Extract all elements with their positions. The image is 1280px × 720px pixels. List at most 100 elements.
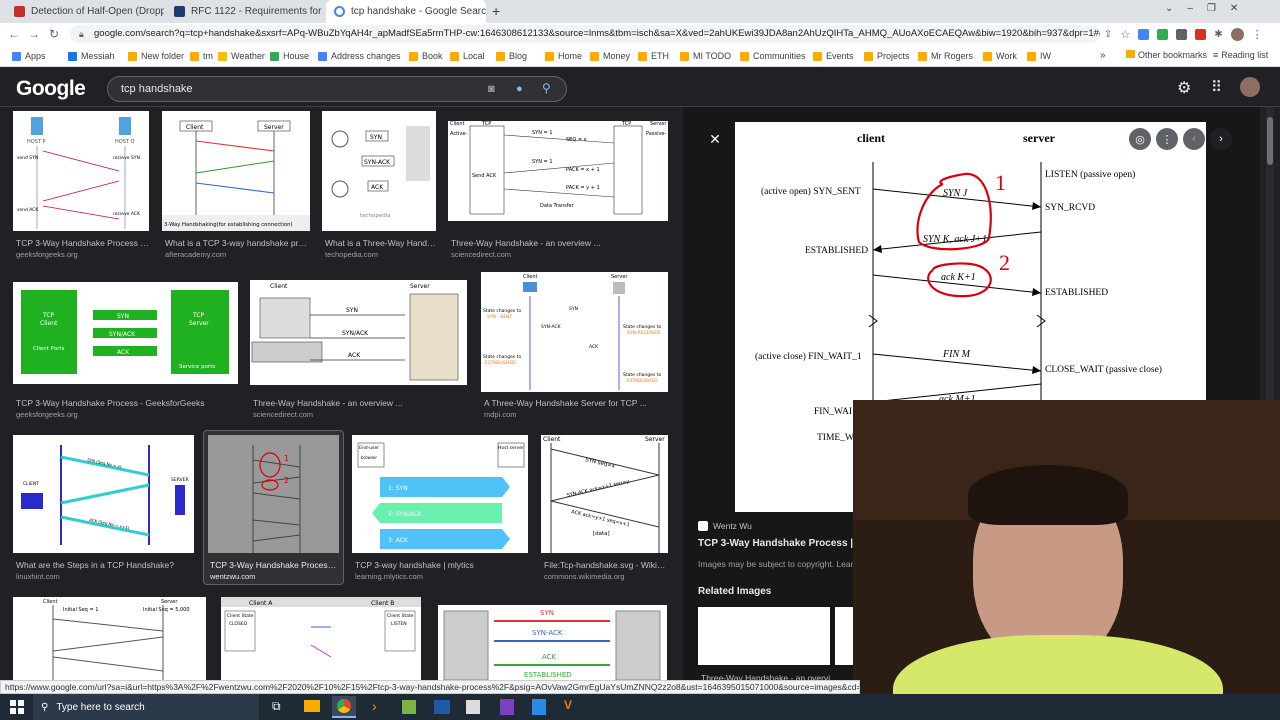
bookmarks-more[interactable]: » [1100, 50, 1106, 61]
star-icon[interactable]: ☆ [1120, 28, 1130, 41]
windows-start-icon[interactable] [10, 700, 24, 714]
close-window-icon[interactable]: ✕ [1230, 3, 1252, 14]
puzzle-icon[interactable]: ✱ [1214, 29, 1222, 40]
result-caption-5[interactable]: TCP 3-Way Handshake Process - GeeksforGe… [16, 398, 241, 408]
gfg1-left-7: send ACK [17, 207, 39, 213]
bookmark-mi-todo[interactable]: MI TODO [680, 45, 731, 67]
notepad-icon[interactable] [402, 700, 416, 714]
next-image-icon[interactable]: › [1210, 128, 1232, 150]
search-input[interactable]: tcp handshake ◙ ● ⚲ [107, 76, 567, 102]
result-thumb-9[interactable]: 1 2 [208, 435, 339, 553]
bookmark-home[interactable]: Home [545, 45, 582, 67]
bookmark-work[interactable]: Work [983, 45, 1017, 67]
camera-icon[interactable]: ◙ [488, 77, 495, 101]
result-caption-3[interactable]: What is a Three-Way Handsh... [325, 238, 437, 248]
terminal-icon[interactable] [466, 700, 480, 714]
extension-4-icon[interactable] [1195, 28, 1207, 40]
visual-studio-icon[interactable] [500, 699, 514, 715]
extension-1-icon[interactable] [1138, 28, 1150, 40]
result-thumb-7[interactable]: Client Server State changes to SYN - SEN… [481, 272, 668, 392]
address-bar[interactable]: 🔒︎ google.com/search?q=tcp+handshake&sxs… [70, 25, 1100, 43]
more-options-icon[interactable]: ⋮ [1156, 128, 1178, 150]
result-thumb-11[interactable]: Client Server SYN seq=x SYN-ACK ack=x+1 … [541, 435, 668, 553]
bookmark-book[interactable]: Book [409, 45, 443, 67]
bookmark-address-changes[interactable]: Address changes [318, 45, 401, 67]
result-thumb-10[interactable]: End-user browser Host server 1: SYN 2: S… [352, 435, 528, 553]
result-thumb-1[interactable]: HOST P HOST Q send SYN send ACK recieve … [13, 111, 149, 231]
chevron-down-icon[interactable]: ⌄ [1165, 3, 1187, 14]
bookmark-messiah[interactable]: Messiah [68, 45, 115, 67]
app-v-icon[interactable]: V [564, 698, 572, 712]
vw-left-4: TIME_W [817, 433, 854, 443]
preview-close-icon[interactable]: ✕ [703, 127, 727, 151]
tab-2[interactable]: RFC 1122 - Requirements for Inte × [166, 0, 324, 23]
google-logo[interactable]: Google [16, 77, 86, 101]
extension-3-icon[interactable] [1176, 28, 1188, 40]
profile-avatar[interactable] [1230, 27, 1244, 41]
prev-image-icon[interactable]: ‹ [1183, 128, 1205, 150]
lens-icon[interactable]: ◎ [1129, 128, 1151, 150]
tab-1[interactable]: Detection of Half-Open (Droppe × [6, 0, 164, 23]
restore-icon[interactable]: ❐ [1207, 3, 1230, 14]
bookmark-eth[interactable]: ETH [638, 45, 669, 67]
bookmark-events[interactable]: Events [813, 45, 854, 67]
result-caption-6[interactable]: Three-Way Handshake - an overview ... [253, 398, 468, 408]
bookmark-blog[interactable]: Blog [496, 45, 527, 67]
result-thumb-5[interactable]: TCP Client Client Ports TCP Server Servi… [13, 282, 238, 384]
bookmark-money[interactable]: Money [590, 45, 630, 67]
search-icon[interactable]: ⚲ [542, 76, 551, 100]
powershell-icon[interactable] [434, 700, 450, 714]
bookmark-local[interactable]: Local [450, 45, 485, 67]
tab-3[interactable]: tcp handshake - Google Search × [326, 0, 486, 23]
result-caption-7[interactable]: A Three-Way Handshake Server for TCP ... [484, 398, 669, 408]
vscode-icon[interactable] [532, 699, 546, 715]
taskbar-search[interactable]: ⚲ Type here to search [33, 694, 259, 720]
result-caption-11[interactable]: File:Tcp-handshake.svg - Wikim... [544, 560, 668, 570]
result-caption-10[interactable]: TCP 3-way handshake | mlytics [355, 560, 530, 570]
mic-icon[interactable]: ● [516, 77, 523, 101]
bookmark-projects[interactable]: Projects [864, 45, 910, 67]
file-explorer-icon[interactable] [304, 700, 320, 712]
back-icon[interactable]: ← [4, 27, 24, 41]
bookmark-tm[interactable]: tm [190, 45, 213, 67]
result-caption-9[interactable]: TCP 3-Way Handshake Process | ... [210, 560, 338, 570]
other-bookmarks[interactable]: Other bookmarks [1126, 50, 1207, 60]
preview-title[interactable]: TCP 3-Way Handshake Process | We [698, 538, 871, 549]
account-avatar[interactable] [1240, 77, 1260, 97]
menu-icon[interactable]: ⋮ [1252, 28, 1263, 41]
result-caption-8[interactable]: What are the Steps in a TCP Handshake? [16, 560, 196, 570]
result-thumb-4[interactable]: Client TCP TCP Server SYN = 1 SEQ = x SY… [448, 121, 668, 221]
bookmark-apps[interactable]: Apps [12, 45, 46, 67]
result-caption-4[interactable]: Three-Way Handshake - an overview ... [451, 238, 667, 248]
forward-icon[interactable]: → [24, 27, 44, 41]
extension-2-icon[interactable] [1157, 28, 1169, 40]
scroll-thumb[interactable] [1267, 117, 1273, 165]
result-caption-2[interactable]: What is a TCP 3-way handshake proc... [165, 238, 310, 248]
new-tab-button[interactable]: + [492, 3, 500, 19]
bookmark-weather[interactable]: Weather [218, 45, 265, 67]
result-thumb-12[interactable]: Client Server Initial Seq = 1 Initial Se… [13, 597, 206, 680]
gear-icon[interactable]: ⚙ [1177, 78, 1191, 98]
result-thumb-3[interactable]: SYN SYN-ACK ACK techopedia [322, 111, 436, 231]
task-view-icon[interactable]: ⧉ [272, 699, 281, 714]
reading-list[interactable]: ≡ Reading list [1213, 50, 1268, 60]
bookmark-iw[interactable]: IW [1027, 45, 1051, 67]
result-thumb-14[interactable]: SYN SYN-ACK ACK ESTABLISHED [438, 605, 667, 680]
bookmark-mr-rogers[interactable]: Mr Rogers [918, 45, 973, 67]
bookmark-communities[interactable]: Communities [740, 45, 806, 67]
reload-icon[interactable]: ↻ [44, 27, 64, 41]
result-thumb-8[interactable]: CLIENT SERVER SYN (Seq No = x) ACK (Seq … [13, 435, 194, 553]
apps-grid-icon[interactable]: ⠿ [1211, 78, 1222, 96]
preview-site[interactable]: Wentz Wu [698, 521, 752, 531]
plex-icon[interactable]: › [372, 698, 377, 714]
minimize-icon[interactable]: – [1187, 3, 1207, 14]
bookmark-house[interactable]: House [270, 45, 309, 67]
related-thumb[interactable] [698, 607, 830, 665]
share-icon[interactable]: ⇪ [1104, 29, 1112, 40]
result-caption-1[interactable]: TCP 3-Way Handshake Process - ... [16, 238, 151, 248]
result-thumb-13[interactable]: Client A Client B Client State CLOSED Cl… [221, 597, 421, 680]
related-thumb-2[interactable] [835, 607, 855, 665]
bookmark-new-folder[interactable]: New folder [128, 45, 184, 67]
result-thumb-6[interactable]: Client Server SYN SYN/ACK ACK [250, 280, 467, 385]
result-thumb-2[interactable]: Client Server 3-Way Handshaking(for esta… [162, 111, 310, 231]
